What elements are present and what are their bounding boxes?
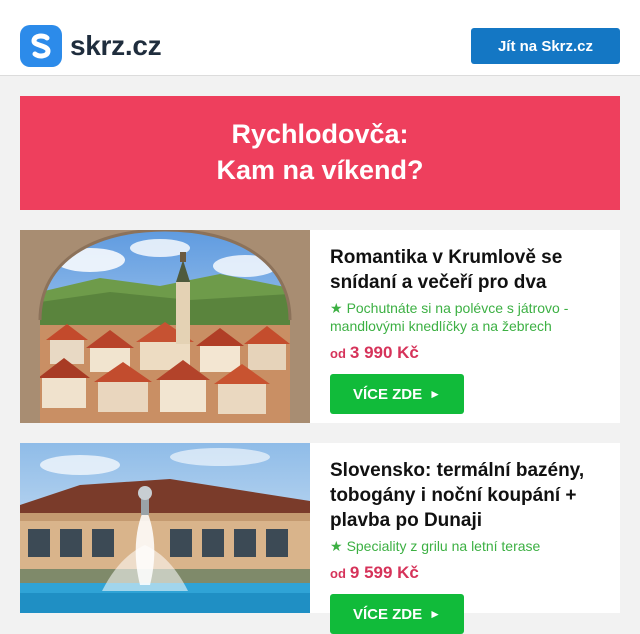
skrz-logo-icon xyxy=(20,25,62,67)
arrow-right-icon: ► xyxy=(429,387,442,401)
offer-image-krumlov[interactable] xyxy=(20,230,310,423)
price-prefix: od xyxy=(330,566,346,581)
price-value: 3 990 Kč xyxy=(349,343,419,362)
price-prefix: od xyxy=(330,346,346,361)
hero-banner: Rychlodovča: Kam na víkend? xyxy=(20,96,620,210)
offer-content: Slovensko: termální bazény, tobogány i n… xyxy=(330,458,610,634)
offer-price: od 9 599 Kč xyxy=(330,563,610,583)
more-button-label: VÍCE ZDE xyxy=(352,605,423,623)
star-icon: ★ xyxy=(330,538,343,554)
more-button-label: VÍCE ZDE xyxy=(352,385,423,403)
more-button[interactable]: VÍCE ZDE ► xyxy=(330,374,464,414)
offer-title[interactable]: Slovensko: termální bazény, tobogány i n… xyxy=(330,458,610,533)
offer-perk: ★ Speciality z grilu na letní terase xyxy=(330,537,610,555)
header-bar: skrz.cz Jít na Skrz.cz xyxy=(0,0,640,76)
offer-perk-text: Speciality z grilu na letní terase xyxy=(346,538,541,554)
offer-card: Slovensko: termální bazény, tobogány i n… xyxy=(20,443,620,634)
offer-card: Romantika v Krumlově se snídaní a večeří… xyxy=(20,230,620,423)
offer-perk-text: Pochutnáte si na polévce s játrovo - man… xyxy=(330,300,569,334)
go-to-skrz-button[interactable]: Jít na Skrz.cz xyxy=(471,28,620,64)
arrow-right-icon: ► xyxy=(429,607,442,621)
offer-image-spa[interactable] xyxy=(20,443,310,613)
skrz-logo[interactable]: skrz.cz xyxy=(20,25,162,67)
offer-price: od 3 990 Kč xyxy=(330,343,610,363)
logo-text: skrz.cz xyxy=(70,30,162,61)
price-value: 9 599 Kč xyxy=(349,563,419,582)
offer-perk: ★ Pochutnáte si na polévce s játrovo - ma… xyxy=(330,299,610,335)
more-button[interactable]: VÍCE ZDE ► xyxy=(330,594,464,634)
offer-content: Romantika v Krumlově se snídaní a večeří… xyxy=(330,245,610,414)
offer-title[interactable]: Romantika v Krumlově se snídaní a večeří… xyxy=(330,245,610,295)
star-icon: ★ xyxy=(330,300,343,316)
hero-title-line1: Rychlodovča: xyxy=(231,119,409,149)
hero-title-line2: Kam na víkend? xyxy=(216,155,424,185)
